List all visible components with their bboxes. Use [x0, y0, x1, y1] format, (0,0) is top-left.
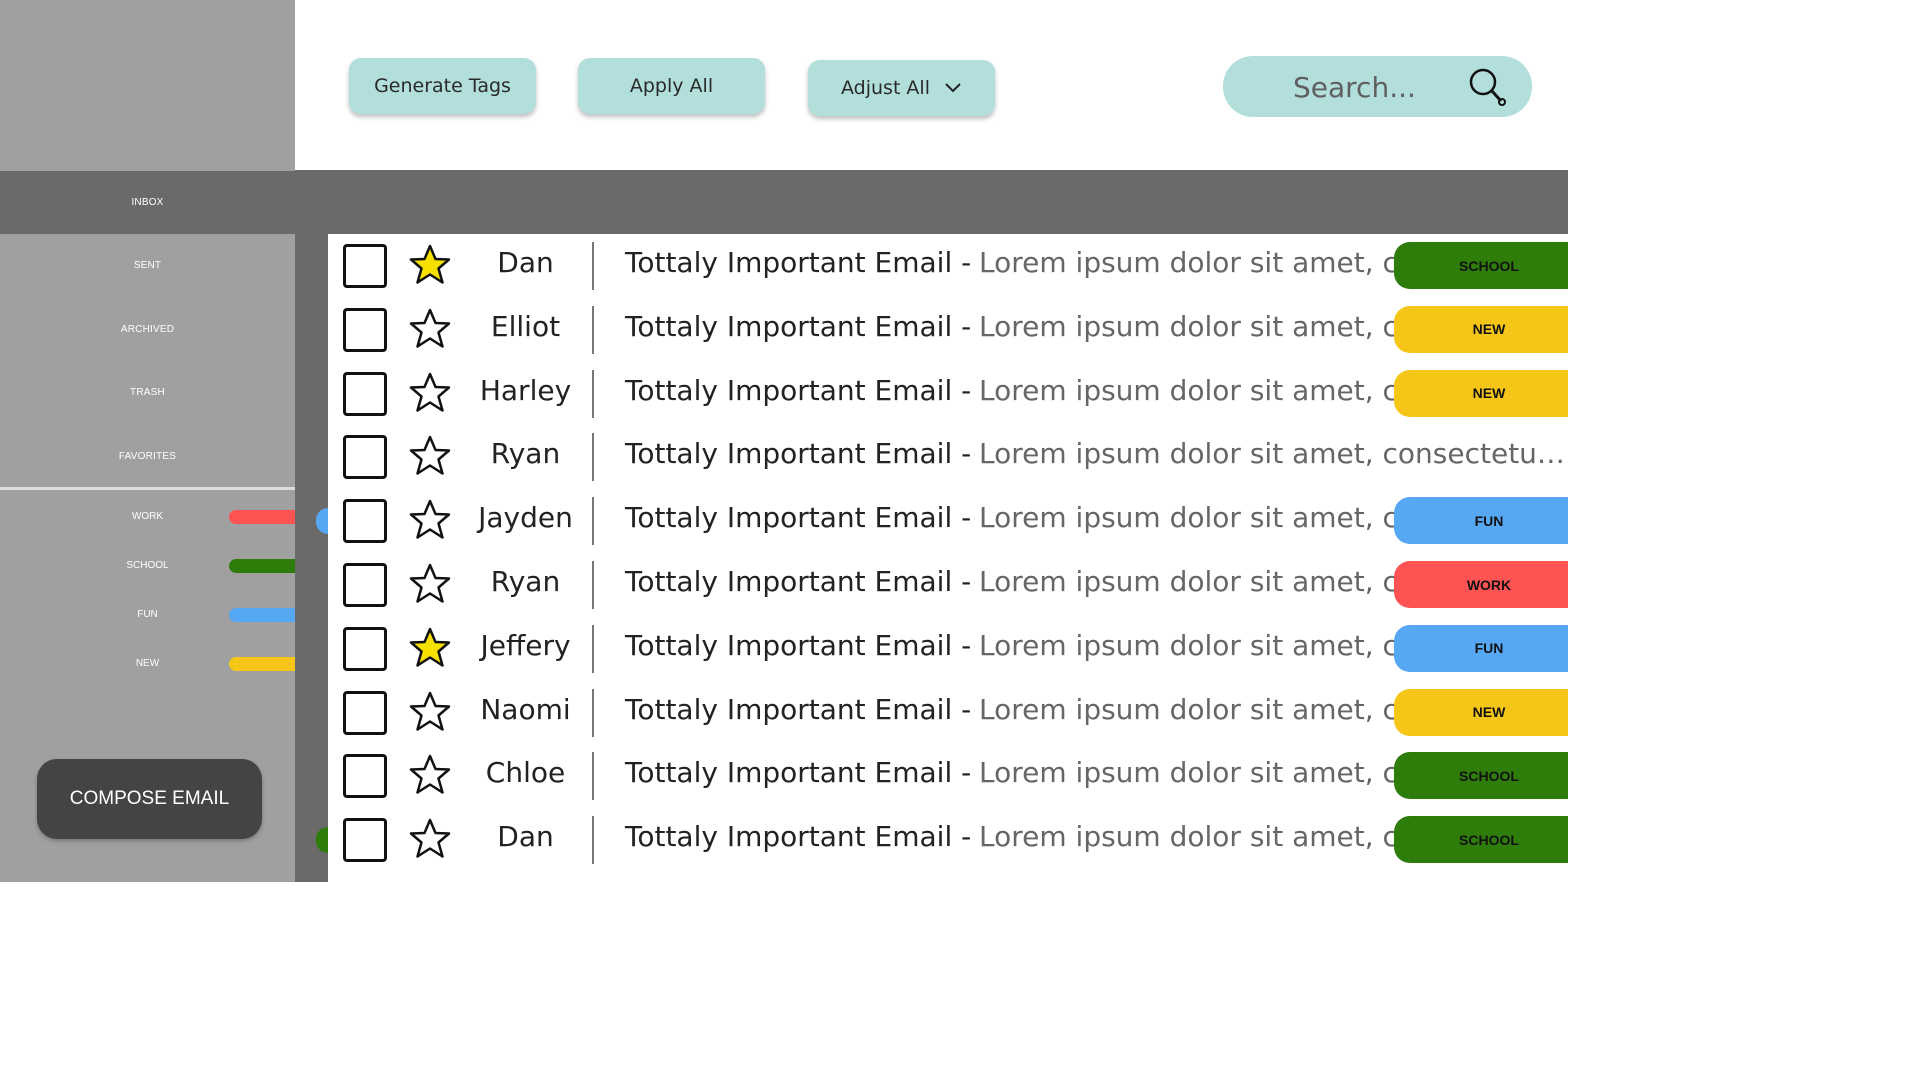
email-subject: Tottaly Important Email -: [625, 373, 972, 407]
nav-item-inbox[interactable]: INBOX: [0, 171, 295, 234]
column-divider: [592, 688, 594, 737]
nav-divider: [0, 487, 295, 490]
email-subject: Tottaly Important Email -: [625, 628, 972, 662]
column-divider: [592, 433, 594, 482]
sender-name: Jayden: [478, 501, 573, 535]
tag-badge[interactable]: FUN: [1394, 624, 1568, 672]
column-divider: [592, 497, 594, 546]
email-row[interactable]: Ryan Tottaly Important Email - Lorem ipsum…: [328, 425, 1568, 489]
select-checkbox[interactable]: [343, 626, 387, 671]
email-subject: Tottaly Important Email -: [625, 309, 972, 343]
select-checkbox[interactable]: [343, 754, 387, 799]
sidebar-tag-new[interactable]: NEW: [0, 655, 295, 675]
select-checkbox[interactable]: [343, 818, 387, 863]
sender-name: Elliot: [490, 309, 561, 343]
star-outline-icon[interactable]: [408, 307, 452, 351]
sender-name: Dan: [497, 820, 554, 854]
column-divider: [592, 816, 594, 865]
tag-color-bar: [229, 559, 295, 573]
adjust-all-dropdown[interactable]: Adjust All: [808, 60, 995, 116]
tag-badge[interactable]: WORK: [1394, 561, 1568, 608]
column-divider: [592, 242, 594, 290]
column-divider: [592, 369, 594, 418]
apply-all-label: Apply All: [629, 75, 714, 97]
email-subject: Tottaly Important Email -: [625, 246, 972, 279]
nav-item-favorites[interactable]: FAVORITES: [0, 425, 295, 488]
email-subject: Tottaly Important Email -: [625, 501, 972, 535]
adjust-all-label: Adjust All: [841, 77, 930, 99]
select-checkbox[interactable]: [343, 563, 387, 607]
sender-name: Jeffery: [480, 628, 571, 662]
tag-badge[interactable]: SCHOOL: [1394, 242, 1568, 289]
star-outline-icon[interactable]: [408, 498, 452, 542]
email-row[interactable]: Jeffery Tottaly Important Email - Lorem ip…: [328, 617, 1568, 681]
column-divider: [592, 305, 594, 354]
star-outline-icon[interactable]: [408, 817, 452, 861]
email-subject: Tottaly Important Email -: [625, 565, 972, 598]
email-row[interactable]: Elliot Tottaly Important Email - Lorem ips…: [328, 298, 1568, 362]
apply-all-button[interactable]: Apply All: [578, 58, 765, 114]
star-outline-icon[interactable]: [408, 690, 452, 734]
email-preview: Lorem ipsum dolor sit amet, consectetur.…: [979, 437, 1567, 471]
select-checkbox[interactable]: [343, 690, 387, 735]
email-subject: Tottaly Important Email -: [625, 756, 972, 790]
tag-badge[interactable]: SCHOOL: [1394, 752, 1568, 800]
sender-name: Chloe: [485, 756, 566, 790]
email-row[interactable]: Naomi Tottaly Important Email - Lorem ipsu…: [328, 681, 1568, 745]
sidebar-tag-work[interactable]: WORK: [0, 508, 295, 528]
select-checkbox[interactable]: [343, 307, 387, 352]
select-checkbox[interactable]: [343, 244, 387, 288]
sender-name: Ryan: [490, 437, 561, 471]
email-subject: Tottaly Important Email -: [625, 820, 972, 854]
column-divider: [592, 752, 594, 801]
email-row[interactable]: Dan Tottaly Important Email - Lorem ipsum …: [328, 808, 1568, 872]
tag-color-bar: [229, 657, 295, 671]
email-subject: Tottaly Important Email -: [625, 437, 972, 471]
search-bar[interactable]: [1223, 56, 1532, 117]
column-divider: [592, 561, 594, 609]
tag-badge[interactable]: FUN: [1394, 497, 1568, 545]
star-filled-icon[interactable]: [408, 626, 452, 670]
sidebar-tag-school[interactable]: SCHOOL: [0, 557, 295, 577]
sender-name: Naomi: [480, 692, 571, 726]
compose-email-button[interactable]: COMPOSE EMAIL: [37, 759, 262, 839]
tag-badge[interactable]: SCHOOL: [1394, 816, 1568, 864]
star-outline-icon[interactable]: [408, 753, 452, 797]
star-outline-icon[interactable]: [408, 562, 452, 606]
select-checkbox[interactable]: [343, 435, 387, 480]
star-outline-icon[interactable]: [408, 371, 452, 415]
sender-name: Dan: [497, 246, 554, 279]
tag-color-bar: [229, 510, 295, 524]
column-divider: [592, 624, 594, 673]
email-subject: Tottaly Important Email -: [625, 692, 972, 726]
sender-name: Harley: [479, 373, 572, 407]
email-row[interactable]: Dan Tottaly Important Email - Lorem ipsum …: [328, 234, 1568, 298]
tag-color-bar: [229, 608, 295, 622]
search-icon[interactable]: [1467, 67, 1509, 111]
star-outline-icon[interactable]: [408, 434, 452, 478]
email-row[interactable]: Chloe Tottaly Important Email - Lorem ipsu…: [328, 744, 1568, 808]
select-checkbox[interactable]: [343, 371, 387, 416]
email-list: Dan Tottaly Important Email - Lorem ipsum …: [328, 234, 1568, 882]
email-row[interactable]: Harley Tottaly Important Email - Lorem ips…: [328, 362, 1568, 426]
chevron-down-icon: [944, 82, 962, 94]
search-input[interactable]: [1291, 66, 1465, 108]
sidebar-tag-fun[interactable]: FUN: [0, 606, 295, 626]
sidebar: INBOX SENT ARCHIVED TRASH FAVORITES WORK…: [0, 0, 295, 882]
tag-badge[interactable]: NEW: [1394, 305, 1568, 353]
star-filled-icon[interactable]: [408, 243, 452, 287]
email-row[interactable]: Ryan Tottaly Important Email - Lorem ipsum…: [328, 553, 1568, 617]
tag-badge[interactable]: NEW: [1394, 688, 1568, 736]
nav-item-trash[interactable]: TRASH: [0, 361, 295, 424]
nav-item-sent[interactable]: SENT: [0, 234, 295, 297]
generate-tags-label: Generate Tags: [374, 75, 511, 97]
tag-badge[interactable]: NEW: [1394, 369, 1568, 417]
generate-tags-button[interactable]: Generate Tags: [349, 58, 536, 114]
nav-item-archived[interactable]: ARCHIVED: [0, 298, 295, 361]
sender-name: Ryan: [490, 565, 561, 598]
email-row[interactable]: Jayden Tottaly Important Email - Lorem ips…: [328, 489, 1568, 553]
select-checkbox[interactable]: [343, 499, 387, 544]
